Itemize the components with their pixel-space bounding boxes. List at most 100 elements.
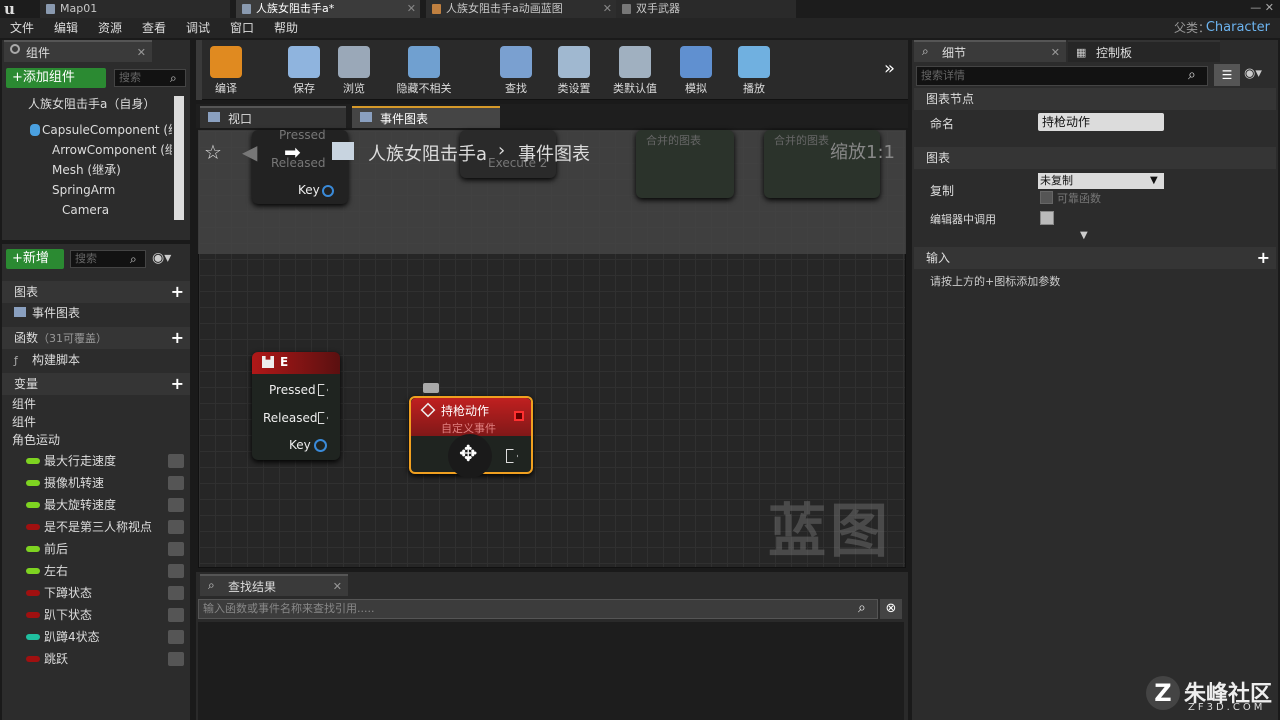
toolbar-button-class-defaults[interactable]: 类默认值 [608, 42, 662, 98]
find-results-tab[interactable]: 查找结果 ✕ [200, 574, 348, 596]
variable-item[interactable]: 下蹲状态 [2, 582, 190, 604]
key-pin-icon[interactable] [322, 185, 334, 197]
visibility-eye-icon[interactable] [168, 454, 184, 468]
tree-item-event-graph[interactable]: 事件图表 [10, 303, 180, 323]
window-tab-map[interactable]: Map01 [40, 0, 230, 18]
delegate-pin[interactable] [514, 411, 524, 421]
menu-edit[interactable]: 编辑 [54, 18, 78, 38]
window-tab-anim-blueprint[interactable]: 人族女阻击手a动画蓝图 ✕ [426, 0, 616, 18]
visibility-eye-icon[interactable] [168, 630, 184, 644]
graph-section[interactable]: 图表 [914, 147, 1276, 169]
toolbar-button-browse[interactable]: 浏览 [330, 42, 378, 98]
palette-tab[interactable]: 控制板 [1068, 40, 1220, 62]
close-icon[interactable]: ✕ [603, 0, 612, 18]
tree-item-camera[interactable]: Camera [46, 200, 172, 220]
name-field[interactable]: 持枪动作 [1038, 113, 1164, 131]
reliable-checkbox[interactable] [1040, 191, 1053, 204]
forward-arrow-icon[interactable]: ➡ [284, 140, 301, 164]
toolbar-button-save[interactable]: 保存 [280, 42, 328, 98]
breadcrumb-asset[interactable]: 人族女阻击手a [368, 140, 487, 166]
find-search-input[interactable]: 输入函数或事件名称来查找引用..... [198, 599, 878, 619]
menu-window[interactable]: 窗口 [230, 18, 254, 38]
menu-view[interactable]: 查看 [142, 18, 166, 38]
functions-header[interactable]: 函数（31可覆盖） + [2, 327, 190, 349]
close-icon[interactable]: ✕ [1051, 42, 1060, 64]
variables-header[interactable]: 变量 + [2, 373, 190, 395]
add-graph-icon[interactable]: + [171, 281, 184, 303]
menu-file[interactable]: 文件 [10, 18, 34, 38]
tree-item-self[interactable]: 人族女阻击手a（自身） [10, 94, 170, 114]
variable-item[interactable]: 最大旋转速度 [2, 494, 190, 516]
close-icon[interactable]: ✕ [137, 42, 146, 64]
menu-assets[interactable]: 资源 [98, 18, 122, 38]
menu-help[interactable]: 帮助 [274, 18, 298, 38]
back-arrow-icon[interactable]: ◀ [242, 140, 257, 164]
variable-group[interactable]: 角色运动 [12, 431, 182, 449]
close-icon[interactable]: ✕ [407, 0, 416, 18]
visibility-eye-icon[interactable] [168, 586, 184, 600]
variable-item[interactable]: 最大行走速度 [2, 450, 190, 472]
replicate-dropdown[interactable]: 未复制 [1038, 173, 1164, 189]
tree-item-springarm[interactable]: SpringArm [26, 180, 172, 200]
add-input-icon[interactable]: + [1257, 247, 1270, 269]
tree-item-arrow[interactable]: ArrowComponent (继承) [36, 140, 172, 160]
graph-icon [360, 112, 372, 122]
visibility-eye-icon[interactable] [168, 564, 184, 578]
visibility-eye-icon[interactable] [168, 542, 184, 556]
add-variable-icon[interactable]: + [171, 373, 184, 395]
eye-icon[interactable]: ◉▾ [152, 250, 171, 266]
visibility-eye-icon[interactable] [168, 498, 184, 512]
visibility-eye-icon[interactable] [168, 520, 184, 534]
toolbar-button-simulate[interactable]: 模拟 [672, 42, 720, 98]
favorite-star-icon[interactable]: ☆ [204, 140, 222, 164]
viewport-tab[interactable]: 视口 [200, 106, 346, 128]
components-scrollbar[interactable] [174, 96, 184, 220]
toolbar-button-find[interactable]: 查找 [492, 42, 540, 98]
toolbar-overflow-icon[interactable]: » [884, 58, 895, 79]
menu-debug[interactable]: 调试 [186, 18, 210, 38]
toolbar-button-compile[interactable]: 编译 [206, 42, 246, 98]
inputs-section[interactable]: 输入 + [914, 247, 1276, 269]
variable-group[interactable]: 组件 [12, 413, 182, 431]
visibility-eye-icon[interactable] [168, 608, 184, 622]
tree-item-construction-script[interactable]: 构建脚本 [10, 350, 180, 370]
add-function-icon[interactable]: + [171, 327, 184, 349]
call-in-editor-checkbox[interactable] [1040, 211, 1054, 225]
expand-advanced-icon[interactable]: ▼ [1080, 230, 1088, 241]
breadcrumb-graph[interactable]: 事件图表 [518, 140, 590, 166]
details-search-input[interactable]: 搜索详情 [916, 66, 1208, 86]
tree-item-mesh[interactable]: Mesh (继承) [36, 160, 172, 180]
details-tab[interactable]: 细节 ✕ [914, 40, 1066, 62]
window-tab-blueprint[interactable]: 人族女阻击手a* ✕ [236, 0, 420, 18]
components-tab[interactable]: 组件 ✕ [4, 40, 152, 62]
eye-icon[interactable]: ◉▾ [1244, 66, 1262, 81]
graphs-header[interactable]: 图表 + [2, 281, 190, 303]
window-tab-weapon[interactable]: 双手武器 [616, 0, 796, 18]
graph-node-section[interactable]: 图表节点 [914, 88, 1276, 110]
unreal-logo[interactable]: u [4, 0, 26, 18]
visibility-eye-icon[interactable] [168, 476, 184, 490]
add-component-button[interactable]: +添加组件 [6, 68, 106, 88]
close-icon[interactable]: ✕ [333, 576, 342, 598]
variable-item[interactable]: 跳跃 [2, 648, 190, 670]
variable-item[interactable]: 趴下状态 [2, 604, 190, 626]
variable-item[interactable]: 摄像机转速 [2, 472, 190, 494]
variable-group[interactable]: 组件 [12, 395, 182, 413]
property-matrix-icon[interactable]: ☰ [1214, 64, 1240, 86]
toolbar-button-hide-unrelated[interactable]: 隐藏不相关 [388, 42, 460, 98]
binoculars-icon[interactable]: ⊗ [880, 599, 902, 619]
event-graph-tab[interactable]: 事件图表 [352, 106, 500, 128]
parent-class-link[interactable]: Character [1206, 18, 1270, 38]
key-pin-icon[interactable] [314, 439, 327, 452]
variable-item[interactable]: 趴蹲4状态 [2, 626, 190, 648]
visibility-eye-icon[interactable] [168, 652, 184, 666]
window-controls[interactable]: — ✕ [1160, 0, 1280, 18]
variable-item[interactable]: 左右 [2, 560, 190, 582]
variable-item[interactable]: 是不是第三人称视点 [2, 516, 190, 538]
toolbar-button-play[interactable]: 播放 [730, 42, 778, 98]
toolbar-button-label: 隐藏不相关 [396, 82, 452, 95]
toolbar-button-class-settings[interactable]: 类设置 [550, 42, 598, 98]
new-button[interactable]: +新增 [6, 249, 64, 269]
variable-item[interactable]: 前后 [2, 538, 190, 560]
comment-bubble-icon[interactable] [423, 383, 439, 393]
